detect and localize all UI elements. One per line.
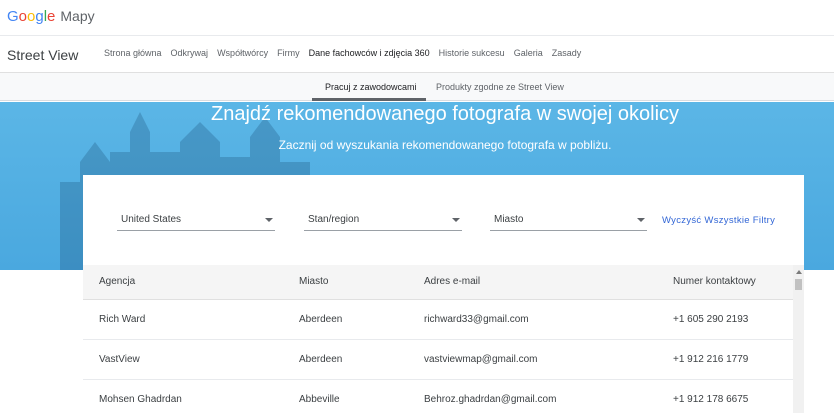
city-cell: Aberdeen [299, 314, 343, 325]
logo-letter-e: e [47, 8, 56, 25]
phone-cell[interactable]: +1 912 178 6675 [673, 394, 748, 405]
table-row[interactable]: Mohsen Ghadrdan Abbeville Behroz.ghadrda… [83, 380, 793, 413]
region-placeholder: Stan/region [308, 214, 360, 225]
chevron-down-icon [265, 218, 273, 222]
city-select[interactable]: Miasto [490, 211, 647, 231]
logo-letter-g2: g [35, 8, 44, 25]
agency-cell: Rich Ward [99, 314, 146, 325]
table-scrollbar[interactable] [793, 265, 804, 413]
tab-street-view-products[interactable]: Produkty zgodne ze Street View [436, 82, 564, 92]
main-nav: Street View Strona główna Odkrywaj Współ… [0, 36, 834, 73]
google-wordmark: Google [7, 8, 55, 25]
table-row[interactable]: Rich Ward Aberdeen richward33@gmail.com … [83, 300, 793, 340]
column-header-email[interactable]: Adres e-mail [424, 276, 480, 287]
email-cell[interactable]: Behroz.ghadrdan@gmail.com [424, 394, 556, 405]
country-select[interactable]: United States [117, 211, 275, 231]
street-view-brand[interactable]: Street View [7, 47, 78, 63]
region-select[interactable]: Stan/region [304, 211, 462, 231]
column-header-phone[interactable]: Numer kontaktowy [673, 276, 756, 287]
email-cell[interactable]: vastviewmap@gmail.com [424, 354, 538, 365]
nav-item-gallery[interactable]: Galeria [514, 48, 543, 58]
agency-cell: VastView [99, 354, 140, 365]
nav-item-home[interactable]: Strona główna [104, 48, 162, 58]
search-card: United States Stan/region Miasto Wyczyść… [83, 175, 804, 413]
phone-cell[interactable]: +1 912 216 1779 [673, 354, 748, 365]
scroll-thumb[interactable] [795, 279, 802, 290]
nav-items: Strona główna Odkrywaj Współtwórcy Firmy… [104, 48, 590, 58]
tab-work-with-pros[interactable]: Pracuj z zawodowcami [325, 82, 417, 92]
city-placeholder: Miasto [494, 214, 524, 225]
hero-title: Znajdź rekomendowanego fotografa w swoje… [210, 103, 680, 125]
table-row[interactable]: VastView Aberdeen vastviewmap@gmail.com … [83, 340, 793, 380]
active-tab-indicator [312, 98, 426, 101]
country-value: United States [121, 214, 182, 225]
city-cell: Abbeville [299, 394, 340, 405]
phone-cell[interactable]: +1 605 290 2193 [673, 314, 748, 325]
clear-filters-link[interactable]: Wyczyść Wszystkie Filtry [662, 215, 775, 226]
agency-cell: Mohsen Ghadrdan [99, 394, 182, 405]
hero-subtitle: Zacznij od wyszukania rekomendowanego fo… [278, 138, 612, 152]
column-header-city[interactable]: Miasto [299, 276, 328, 287]
column-header-agency[interactable]: Agencja [99, 276, 135, 287]
nav-item-explore[interactable]: Odkrywaj [171, 48, 209, 58]
scroll-up-arrow-icon[interactable] [796, 270, 802, 274]
city-cell: Aberdeen [299, 354, 343, 365]
top-header: Google Mapy [0, 0, 834, 36]
nav-item-success-stories[interactable]: Historie sukcesu [439, 48, 505, 58]
chevron-down-icon [452, 218, 460, 222]
product-name: Mapy [60, 8, 95, 24]
google-maps-logo[interactable]: Google Mapy [7, 8, 95, 25]
email-cell[interactable]: richward33@gmail.com [424, 314, 529, 325]
table-header: Agencja Miasto Adres e-mail Numer kontak… [83, 265, 793, 300]
nav-item-contributors[interactable]: Współtwórcy [217, 48, 268, 58]
chevron-down-icon [637, 218, 645, 222]
sub-nav: Pracuj z zawodowcami Produkty zgodne ze … [0, 73, 834, 101]
nav-item-professionals[interactable]: Dane fachowców i zdjęcia 360 [309, 48, 430, 58]
logo-letter-g: G [7, 8, 19, 25]
nav-item-policies[interactable]: Zasady [552, 48, 582, 58]
logo-letter-o1: o [18, 8, 28, 25]
nav-item-business[interactable]: Firmy [277, 48, 300, 58]
